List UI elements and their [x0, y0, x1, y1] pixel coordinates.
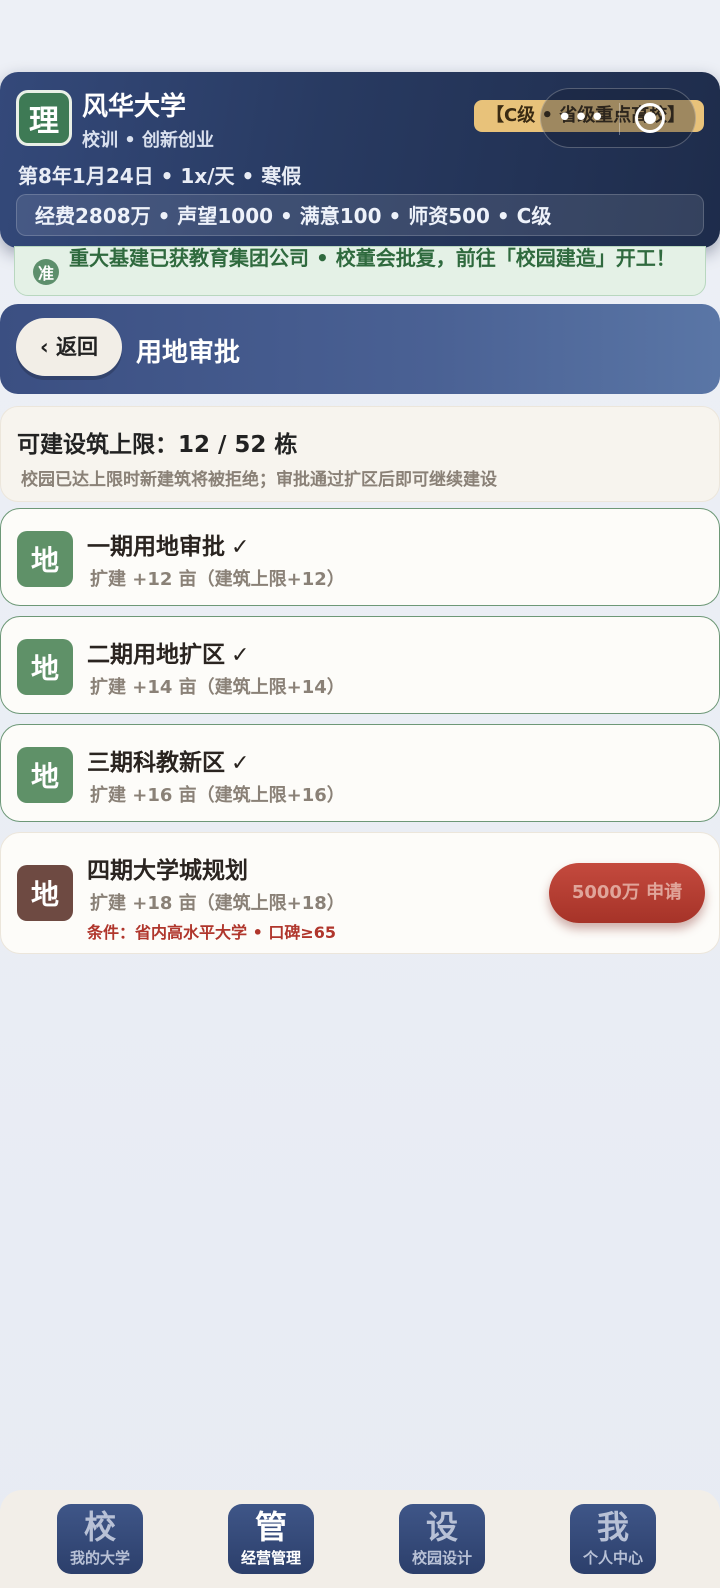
stats-bar: 经费2808万 • 声望1000 • 满意100 • 师资500 • C级	[16, 194, 704, 236]
land-icon: 地	[17, 531, 73, 587]
tab-campus-design[interactable]: 设 校园设计	[399, 1504, 485, 1574]
land-item-phase-2: 地 二期用地扩区 ✓ 扩建 +14 亩（建筑上限+14）	[0, 616, 720, 714]
back-button[interactable]: ‹ 返回	[16, 318, 122, 376]
land-detail: 扩建 +16 亩（建筑上限+16）	[90, 785, 345, 806]
land-name-text: 三期科教新区	[87, 750, 225, 776]
university-name: 风华大学	[82, 92, 187, 122]
tab-glyph: 校	[83, 1508, 116, 1546]
land-icon: 地	[17, 865, 73, 921]
page-title: 用地审批	[136, 338, 241, 368]
tab-glyph: 设	[425, 1508, 458, 1546]
university-logo: 理	[16, 90, 72, 146]
target-circle-icon[interactable]	[635, 103, 665, 133]
approved-icon: 准	[33, 259, 59, 285]
land-detail: 扩建 +14 亩（建筑上限+14）	[90, 677, 345, 698]
game-date-line: 第8年1月24日 • 1x/天 • 寒假	[18, 164, 302, 188]
check-icon: ✓	[231, 643, 250, 668]
land-icon: 地	[17, 639, 73, 695]
check-icon: ✓	[231, 751, 250, 776]
tab-label: 我的大学	[69, 1549, 130, 1567]
land-item-phase-3: 地 三期科教新区 ✓ 扩建 +16 亩（建筑上限+16）	[0, 724, 720, 822]
land-item-phase-1: 地 一期用地审批 ✓ 扩建 +12 亩（建筑上限+12）	[0, 508, 720, 606]
land-name-text: 一期用地审批	[87, 534, 225, 560]
tab-my-university[interactable]: 校 我的大学	[57, 1504, 143, 1574]
title-bar: ‹ 返回 用地审批	[0, 304, 720, 394]
building-limit-hint: 校园已达上限时新建筑将被拒绝；审批通过扩区后即可继续建设	[21, 470, 497, 490]
land-name: 三期科教新区 ✓	[87, 743, 249, 777]
apply-button[interactable]: 5000万 申请	[549, 863, 705, 923]
tab-label: 校园设计	[411, 1549, 472, 1567]
land-item-phase-4: 地 四期大学城规划 扩建 +18 亩（建筑上限+18） 条件：省内高水平大学 •…	[0, 832, 720, 954]
land-condition: 条件：省内高水平大学 • 口碑≥65	[87, 923, 337, 942]
university-header: 理 风华大学 校训 • 创新创业 第8年1月24日 • 1x/天 • 寒假 经费…	[0, 72, 720, 248]
land-detail: 扩建 +12 亩（建筑上限+12）	[90, 569, 345, 590]
university-motto: 校训 • 创新创业	[82, 130, 215, 151]
tab-label: 经营管理	[240, 1549, 301, 1567]
tab-glyph: 管	[254, 1508, 287, 1546]
land-name: 二期用地扩区 ✓	[87, 635, 249, 669]
building-limit-title: 可建设筑上限：12 / 52 栋	[17, 432, 298, 458]
check-icon: ✓	[231, 535, 250, 560]
approval-notice[interactable]: 准 重大基建已获教育集团公司 • 校董会批复，前往「校园建造」开工！	[14, 246, 706, 296]
capsule-divider	[619, 103, 620, 135]
land-name: 一期用地审批 ✓	[87, 527, 249, 561]
more-dots-icon[interactable]: •••	[557, 103, 606, 133]
land-name: 四期大学城规划	[87, 858, 248, 884]
building-limit-card: 可建设筑上限：12 / 52 栋 校园已达上限时新建筑将被拒绝；审批通过扩区后即…	[0, 406, 720, 502]
tab-label: 个人中心	[582, 1549, 643, 1567]
land-detail: 扩建 +18 亩（建筑上限+18）	[90, 893, 345, 914]
notice-text: 重大基建已获教育集团公司 • 校董会批复，前往「校园建造」开工！	[69, 246, 676, 270]
tab-management[interactable]: 管 经营管理	[228, 1504, 314, 1574]
tab-glyph: 我	[596, 1508, 629, 1546]
page: 理 风华大学 校训 • 创新创业 第8年1月24日 • 1x/天 • 寒假 经费…	[0, 0, 720, 1588]
mini-program-capsule: •••	[540, 88, 696, 148]
land-name-text: 二期用地扩区	[87, 642, 225, 668]
tab-profile[interactable]: 我 个人中心	[570, 1504, 656, 1574]
land-icon: 地	[17, 747, 73, 803]
bottom-tab-bar: 校 我的大学 管 经营管理 设 校园设计 我 个人中心	[0, 1490, 720, 1588]
